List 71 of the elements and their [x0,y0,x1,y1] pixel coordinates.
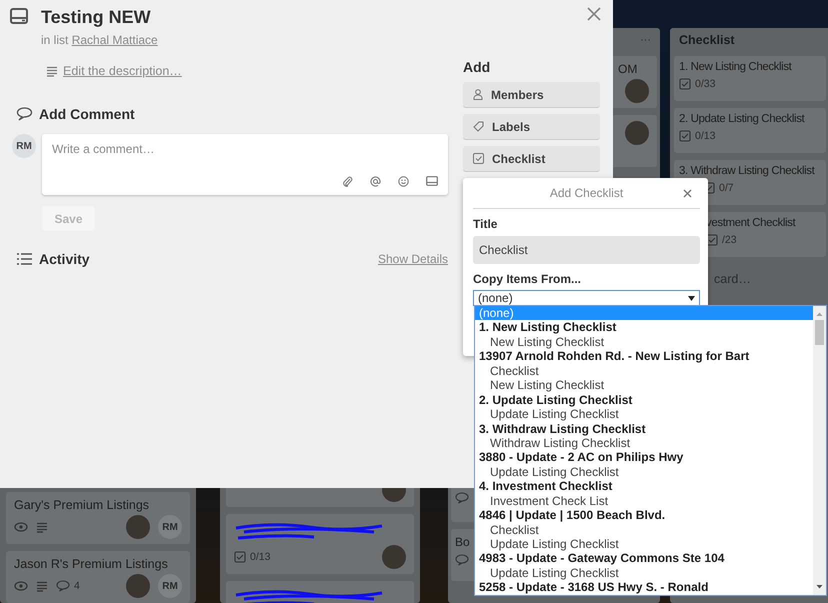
dropdown-option[interactable]: Withdraw Listing Checklist [475,436,813,450]
dropdown-option[interactable]: Update Listing Checklist [475,464,813,480]
checklist-icon [706,234,718,246]
checklist-icon [234,551,246,563]
person-icon [473,89,483,100]
option-group-label: 13907 Arnold Rohden Rd. - New Listing for Bart [478,349,750,364]
card-title: Bo [455,535,470,549]
popover-title: Add Checklist [550,186,624,200]
card-title: 2. Update Listing Checklist [679,113,804,125]
checkbox-icon [473,153,484,164]
checklist-count: /23 [722,234,737,246]
tag-icon [473,121,484,132]
card-icon[interactable] [426,176,438,186]
checklist-count: 0/33 [695,78,716,90]
checklist-count: 0/7 [719,182,734,194]
dropdown-option[interactable]: Checklist [475,522,813,537]
copy-items-label: Copy Items From... [473,272,582,286]
close-icon[interactable] [587,7,601,21]
checklist-icon [679,130,691,142]
board-card[interactable]: Gary's Premium Listings RM [6,492,190,544]
card-title: 1. New Listing Checklist [679,61,792,73]
card-icon [10,8,28,24]
option-group-label: 3. Withdraw Listing Checklist [478,422,647,436]
dropdown-option[interactable]: Update Listing Checklist [475,537,813,552]
add-heading: Add [463,59,492,75]
dropdown-caret-icon [688,296,695,300]
add-option-button[interactable]: Members [463,82,600,108]
title-label: Title [473,217,498,231]
checklist-count: 0/13 [695,130,716,142]
activity-icon [16,252,33,266]
option-group-label: 5258 - Update - 3168 US Hwy S. - Ronald [478,580,710,595]
option-group-label: 4846 | Update | 1500 Beach Blvd. [478,508,666,523]
checklist-count: 0/13 [250,551,270,563]
option-group-label: 4. Investment Checklist [478,479,614,494]
list-prefix: in list [41,33,68,47]
checklist-icon [679,78,691,90]
card-title: 3. Withdraw Listing Checklist [679,165,814,177]
scrollbar[interactable] [813,306,826,595]
comment-icon [56,580,70,592]
add-option-button[interactable]: Checklist [463,146,600,172]
description-icon [46,66,58,76]
list-title: Checklist [678,33,735,47]
dropdown-option[interactable]: New Listing Checklist [475,378,813,393]
add-option-button[interactable]: Labels [463,114,600,140]
dropdown-option[interactable]: Investment Check List [475,494,813,508]
comment-icon [16,107,33,121]
card-title: Gary's Premium Listings [14,498,150,512]
title-input-field[interactable]: Checklist [473,236,700,264]
emoji-icon[interactable] [398,176,409,187]
member-avatar: RM [158,515,182,539]
option-group-label: 4983 - Update - Gateway Commons Ste 104 [478,551,726,566]
option-group-label: 2. Update Listing Checklist [478,392,634,408]
option-group-label: 3880 - Update - 2 AC on Philips Hwy [478,450,684,465]
card-title: vestment Checklist [706,217,796,229]
card-title-heading: Testing NEW [41,6,152,28]
dropdown-option[interactable]: Checklist [475,364,813,378]
member-avatar: RM [158,574,182,598]
option-group-label: 1. New Listing Checklist [478,320,618,335]
add-comment-heading: Add Comment [39,106,135,122]
dropdown-option[interactable]: Update Listing Checklist [475,407,813,422]
card-title: Jason R's Premium Listings [14,557,168,571]
comment-count: 4 [74,580,80,592]
close-icon[interactable] [683,189,692,198]
dropdown-option[interactable]: New Listing Checklist [475,334,813,350]
card-title: OM [618,62,638,76]
activity-heading: Activity [39,251,90,267]
mention-icon[interactable] [370,176,381,187]
dropdown-option[interactable]: Update Listing Checklist [475,566,813,580]
paperclip-icon[interactable] [342,176,353,187]
board-card[interactable]: Jason R's Premium Listings 4 RM [6,551,190,603]
user-avatar: RM [12,134,36,158]
